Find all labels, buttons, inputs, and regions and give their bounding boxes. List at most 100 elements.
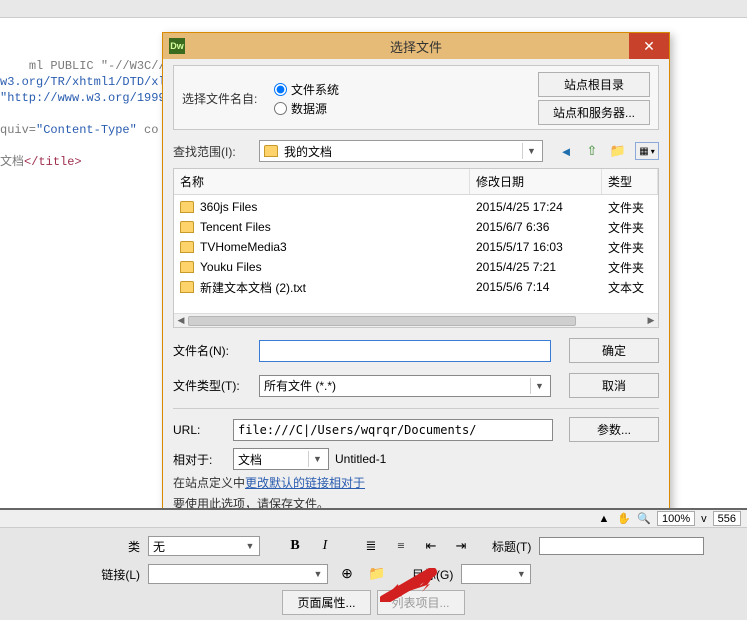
look-in-value: 我的文档 xyxy=(284,143,332,160)
look-in-combo[interactable]: 我的文档 ▼ xyxy=(259,140,543,162)
file-date: 2015/5/6 7:14 xyxy=(476,280,608,294)
url-input[interactable] xyxy=(233,419,553,441)
column-type[interactable]: 类型 xyxy=(602,169,658,194)
browse-folder-icon[interactable]: 📁 xyxy=(366,564,388,584)
radio-datasource-input[interactable] xyxy=(274,102,287,115)
chevron-down-icon: ▼ xyxy=(522,143,540,159)
file-row[interactable]: Youku Files2015/4/25 7:21文件夹 xyxy=(180,257,652,277)
filename-input[interactable] xyxy=(259,340,551,362)
filename-label: 文件名(N): xyxy=(173,342,251,359)
back-icon[interactable]: ◄ xyxy=(557,142,575,160)
filetype-select[interactable]: 所有文件 (*.*) ▼ xyxy=(259,375,551,397)
file-list[interactable]: 360js Files2015/4/25 17:24文件夹Tencent Fil… xyxy=(174,195,658,313)
file-icon xyxy=(180,281,194,293)
dialog-title: 选择文件 xyxy=(191,37,669,56)
file-type: 文本文 xyxy=(608,279,652,296)
folder-icon xyxy=(180,201,194,213)
source-section: 选择文件名自: 文件系统 数据源 站点根目录 站点和服务器... xyxy=(173,65,659,130)
ul-button[interactable]: ≣ xyxy=(360,536,382,556)
folder-icon xyxy=(180,221,194,233)
horizontal-scrollbar[interactable]: ◀ ▶ xyxy=(174,313,658,327)
view-menu-icon[interactable]: ▦▾ xyxy=(635,142,659,160)
italic-button[interactable]: I xyxy=(314,536,336,556)
target-select[interactable]: ▼ xyxy=(461,564,531,584)
outdent-button[interactable]: ⇤ xyxy=(420,536,442,556)
params-button[interactable]: 参数... xyxy=(569,417,659,442)
ol-button[interactable]: ≡ xyxy=(390,536,412,556)
pointer-icon[interactable]: ▲ xyxy=(597,512,611,526)
radio-filesystem[interactable]: 文件系统 xyxy=(274,81,339,98)
chevron-down-icon: ▼ xyxy=(514,567,528,581)
file-date: 2015/4/25 17:24 xyxy=(476,200,608,214)
look-in-label: 查找范围(I): xyxy=(173,143,251,160)
file-name: 360js Files xyxy=(200,200,257,214)
file-name: Tencent Files xyxy=(200,220,271,234)
radio-filesystem-input[interactable] xyxy=(274,83,287,96)
class-label: 类 xyxy=(100,538,140,555)
file-type: 文件夹 xyxy=(608,199,652,216)
dimension-box[interactable]: 556 xyxy=(713,511,741,526)
point-to-file-icon[interactable]: ⊕ xyxy=(336,564,358,584)
class-select[interactable]: 无 ▼ xyxy=(148,536,260,556)
file-name: TVHomeMedia3 xyxy=(200,240,287,254)
file-date: 2015/4/25 7:21 xyxy=(476,260,608,274)
file-list-header: 名称 修改日期 类型 xyxy=(174,169,658,195)
change-default-link[interactable]: 更改默认的链接相对于 xyxy=(245,476,365,490)
properties-panel: ▲ ✋ 🔍 100% v 556 类 无 ▼ B I ≣ ≡ ⇤ ⇥ 标题(T)… xyxy=(0,508,747,620)
heading-input[interactable] xyxy=(539,537,704,555)
page-props-button[interactable]: 页面属性... xyxy=(282,590,370,615)
note-line-1: 在站点定义中更改默认的链接相对于 xyxy=(173,474,659,491)
link-select[interactable]: ▼ xyxy=(148,564,328,584)
file-name: Youku Files xyxy=(200,260,262,274)
select-file-dialog: Dw 选择文件 ✕ 选择文件名自: 文件系统 数据源 站点根目录 xyxy=(162,32,670,523)
relative-doc-name: Untitled-1 xyxy=(335,452,386,466)
folder-icon xyxy=(180,241,194,253)
folder-icon xyxy=(264,145,278,157)
heading-label: 标题(T) xyxy=(492,538,531,555)
file-date: 2015/6/7 6:36 xyxy=(476,220,608,234)
url-label: URL: xyxy=(173,423,227,437)
hand-icon[interactable]: ✋ xyxy=(617,512,631,526)
file-date: 2015/5/17 16:03 xyxy=(476,240,608,254)
bold-button[interactable]: B xyxy=(284,536,306,556)
dreamweaver-icon: Dw xyxy=(169,38,185,54)
scroll-left-icon[interactable]: ◀ xyxy=(174,315,188,326)
scroll-right-icon[interactable]: ▶ xyxy=(644,315,658,326)
status-bar: ▲ ✋ 🔍 100% v 556 xyxy=(0,510,747,528)
folder-icon xyxy=(180,261,194,273)
relative-to-select[interactable]: 文档 ▼ xyxy=(233,448,329,470)
ok-button[interactable]: 确定 xyxy=(569,338,659,363)
divider-char: v xyxy=(701,513,707,525)
new-folder-icon[interactable]: 📁 xyxy=(609,142,627,160)
divider xyxy=(173,408,659,409)
close-button[interactable]: ✕ xyxy=(629,33,669,59)
cancel-button[interactable]: 取消 xyxy=(569,373,659,398)
file-row[interactable]: TVHomeMedia3 2015/5/17 16:03文件夹 xyxy=(180,237,652,257)
chevron-down-icon: ▼ xyxy=(311,567,325,581)
link-label: 链接(L) xyxy=(100,566,140,583)
site-server-button[interactable]: 站点和服务器... xyxy=(538,100,650,125)
file-row[interactable]: 新建文本文档 (2).txt 2015/5/6 7:14文本文 xyxy=(180,277,652,297)
chevron-down-icon: ▼ xyxy=(243,539,257,553)
chevron-down-icon: ▼ xyxy=(308,451,326,467)
editor-tab-strip xyxy=(0,0,747,18)
column-name[interactable]: 名称 xyxy=(174,169,470,194)
site-root-button[interactable]: 站点根目录 xyxy=(538,72,650,97)
file-row[interactable]: 360js Files 2015/4/25 17:24文件夹 xyxy=(180,197,652,217)
dialog-titlebar[interactable]: Dw 选择文件 ✕ xyxy=(163,33,669,59)
radio-datasource[interactable]: 数据源 xyxy=(274,100,339,117)
file-name: 新建文本文档 (2).txt xyxy=(200,279,306,296)
list-items-button: 列表项目... xyxy=(377,590,465,615)
scroll-thumb[interactable] xyxy=(188,316,576,326)
target-label: 目标(G) xyxy=(412,566,453,583)
file-row[interactable]: Tencent Files 2015/6/7 6:36文件夹 xyxy=(180,217,652,237)
indent-button[interactable]: ⇥ xyxy=(450,536,472,556)
up-one-level-icon[interactable]: ⇧ xyxy=(583,142,601,160)
file-list-pane: 名称 修改日期 类型 360js Files2015/4/25 17:24文件夹… xyxy=(173,168,659,328)
zoom-value[interactable]: 100% xyxy=(657,511,695,526)
file-type: 文件夹 xyxy=(608,239,652,256)
chevron-down-icon: ▼ xyxy=(530,378,548,394)
column-date[interactable]: 修改日期 xyxy=(470,169,602,194)
zoom-icon[interactable]: 🔍 xyxy=(637,512,651,526)
file-type: 文件夹 xyxy=(608,219,652,236)
